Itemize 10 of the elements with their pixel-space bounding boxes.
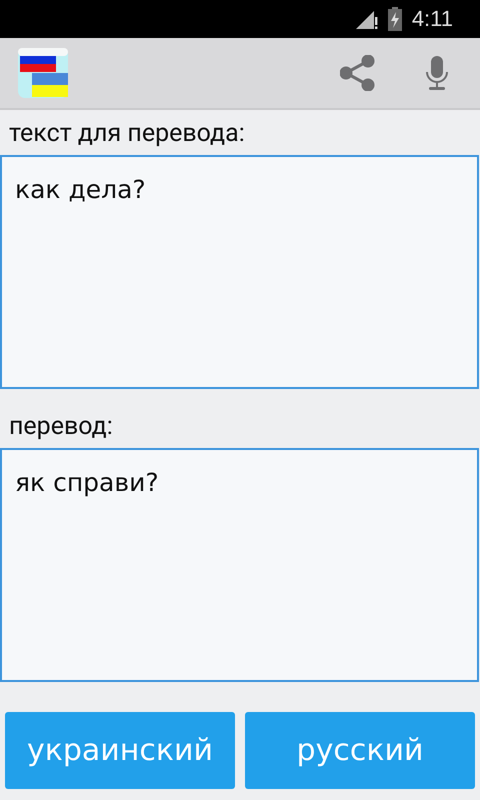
app-logo-icon xyxy=(18,48,68,98)
signal-icon xyxy=(356,9,378,29)
share-icon[interactable] xyxy=(340,55,376,91)
field-label: текст для перевода: xyxy=(8,118,246,148)
battery-charging-icon xyxy=(388,7,402,31)
text-field[interactable]: как дела? xyxy=(0,155,479,389)
text-field[interactable]: як справи? xyxy=(0,448,479,682)
field-label: перевод: xyxy=(8,411,114,441)
microphone-icon[interactable] xyxy=(426,56,448,90)
clock-time: 4:11 xyxy=(412,6,453,32)
